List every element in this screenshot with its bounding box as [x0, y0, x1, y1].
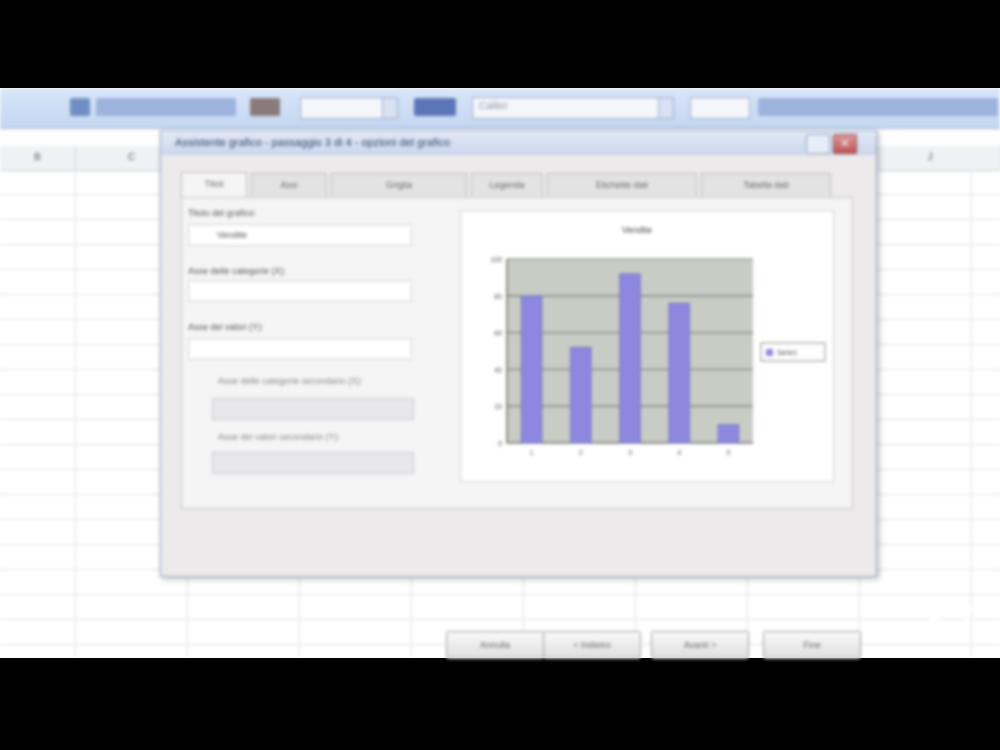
x-tick-label: 4 — [677, 450, 681, 457]
chart-wizard-dialog: Assistente grafico - passaggio 3 di 4 - … — [160, 130, 877, 659]
x-axis-label: Asse delle categorie (X): — [188, 266, 287, 276]
dialog-titlebar: Assistente grafico - passaggio 3 di 4 - … — [161, 131, 876, 155]
chart-title-label: Titolo del grafico: — [188, 208, 257, 218]
x-tick-label: 2 — [579, 450, 583, 457]
x-tick-label: 5 — [726, 450, 730, 457]
y-tick-label: 60 — [494, 331, 502, 338]
y-tick-label: 0 — [498, 441, 502, 448]
chart-preview-svg: Vendite 0 20 40 60 80 100 1 2 3 4 5 Serie1 — [490, 225, 826, 457]
y-axis-field[interactable] — [188, 338, 412, 360]
back-button[interactable]: < Indietro — [543, 631, 641, 659]
chart-title-field[interactable]: Vendite — [188, 224, 412, 246]
logo-icon — [923, 600, 974, 637]
second-y-axis-field — [212, 452, 414, 474]
y-tick-label: 20 — [494, 404, 502, 411]
next-button[interactable]: Avanti > — [651, 631, 749, 659]
column-header-j[interactable]: J — [860, 146, 1000, 170]
finish-button[interactable]: Fine — [763, 631, 861, 659]
close-button[interactable]: ✕ — [833, 134, 857, 154]
dialog-title: Assistente grafico - passaggio 3 di 4 - … — [175, 137, 451, 149]
x-tick-label: 3 — [628, 450, 632, 457]
chart-preview: Vendite 0 20 40 60 80 100 1 2 3 4 5 Serie1 — [460, 210, 834, 482]
second-y-axis-label: Asse dei valori secondario (Y): — [218, 432, 341, 442]
tab-griglia[interactable]: Griglia — [331, 173, 467, 196]
tab-titoli[interactable]: Titoli — [181, 172, 247, 197]
help-button[interactable] — [806, 134, 830, 154]
column-header-b[interactable]: B — [0, 146, 76, 170]
tab-panel: Titolo del grafico: Vendite Asse delle c… — [181, 197, 853, 509]
bar — [520, 295, 543, 444]
y-tick-label: 100 — [490, 257, 502, 264]
chart-title: Vendite — [622, 225, 652, 235]
tab-legenda[interactable]: Legenda — [471, 173, 543, 196]
x-tick-label: 1 — [530, 450, 534, 457]
bar — [570, 347, 592, 444]
formatting-toolbar: Calibri — [0, 88, 1000, 129]
bar — [668, 302, 690, 444]
font-size-combo[interactable] — [300, 97, 398, 119]
tab-strip: Titoli Assi Griglia Legenda Etichette dati Ta… — [181, 172, 841, 197]
second-x-axis-field — [212, 398, 414, 420]
y-axis-label: Asse dei valori (Y): — [188, 322, 264, 332]
tab-etichette-dati[interactable]: Etichette dati — [547, 173, 697, 196]
chevron-down-icon[interactable] — [382, 98, 397, 118]
tab-tabella-dati[interactable]: Tabella dati — [701, 173, 831, 196]
second-x-axis-label: Asse delle categorie secondario (X): — [218, 376, 363, 386]
legend-label: Serie1 — [777, 350, 797, 357]
cancel-button[interactable]: Annulla — [446, 631, 544, 659]
zoom-combo[interactable] — [690, 97, 750, 119]
bar — [717, 424, 740, 444]
legend-swatch — [766, 349, 773, 356]
chevron-down-icon[interactable] — [658, 98, 673, 118]
font-name-combo[interactable]: Calibri — [472, 97, 674, 119]
toolbar-icon[interactable] — [414, 98, 456, 116]
chart-title-value: Vendite — [217, 230, 248, 240]
toolbar-icon-group[interactable] — [758, 98, 998, 116]
x-axis-field[interactable] — [188, 280, 412, 302]
toolbar-icon-group[interactable] — [96, 98, 236, 116]
tab-assi[interactable]: Assi — [251, 173, 327, 196]
bar — [619, 273, 641, 444]
close-icon: ✕ — [840, 138, 850, 150]
y-tick-label: 40 — [494, 367, 502, 374]
y-tick-label: 80 — [494, 294, 502, 301]
toolbar-icon[interactable] — [70, 98, 90, 116]
toolbar-icon[interactable] — [250, 98, 280, 116]
